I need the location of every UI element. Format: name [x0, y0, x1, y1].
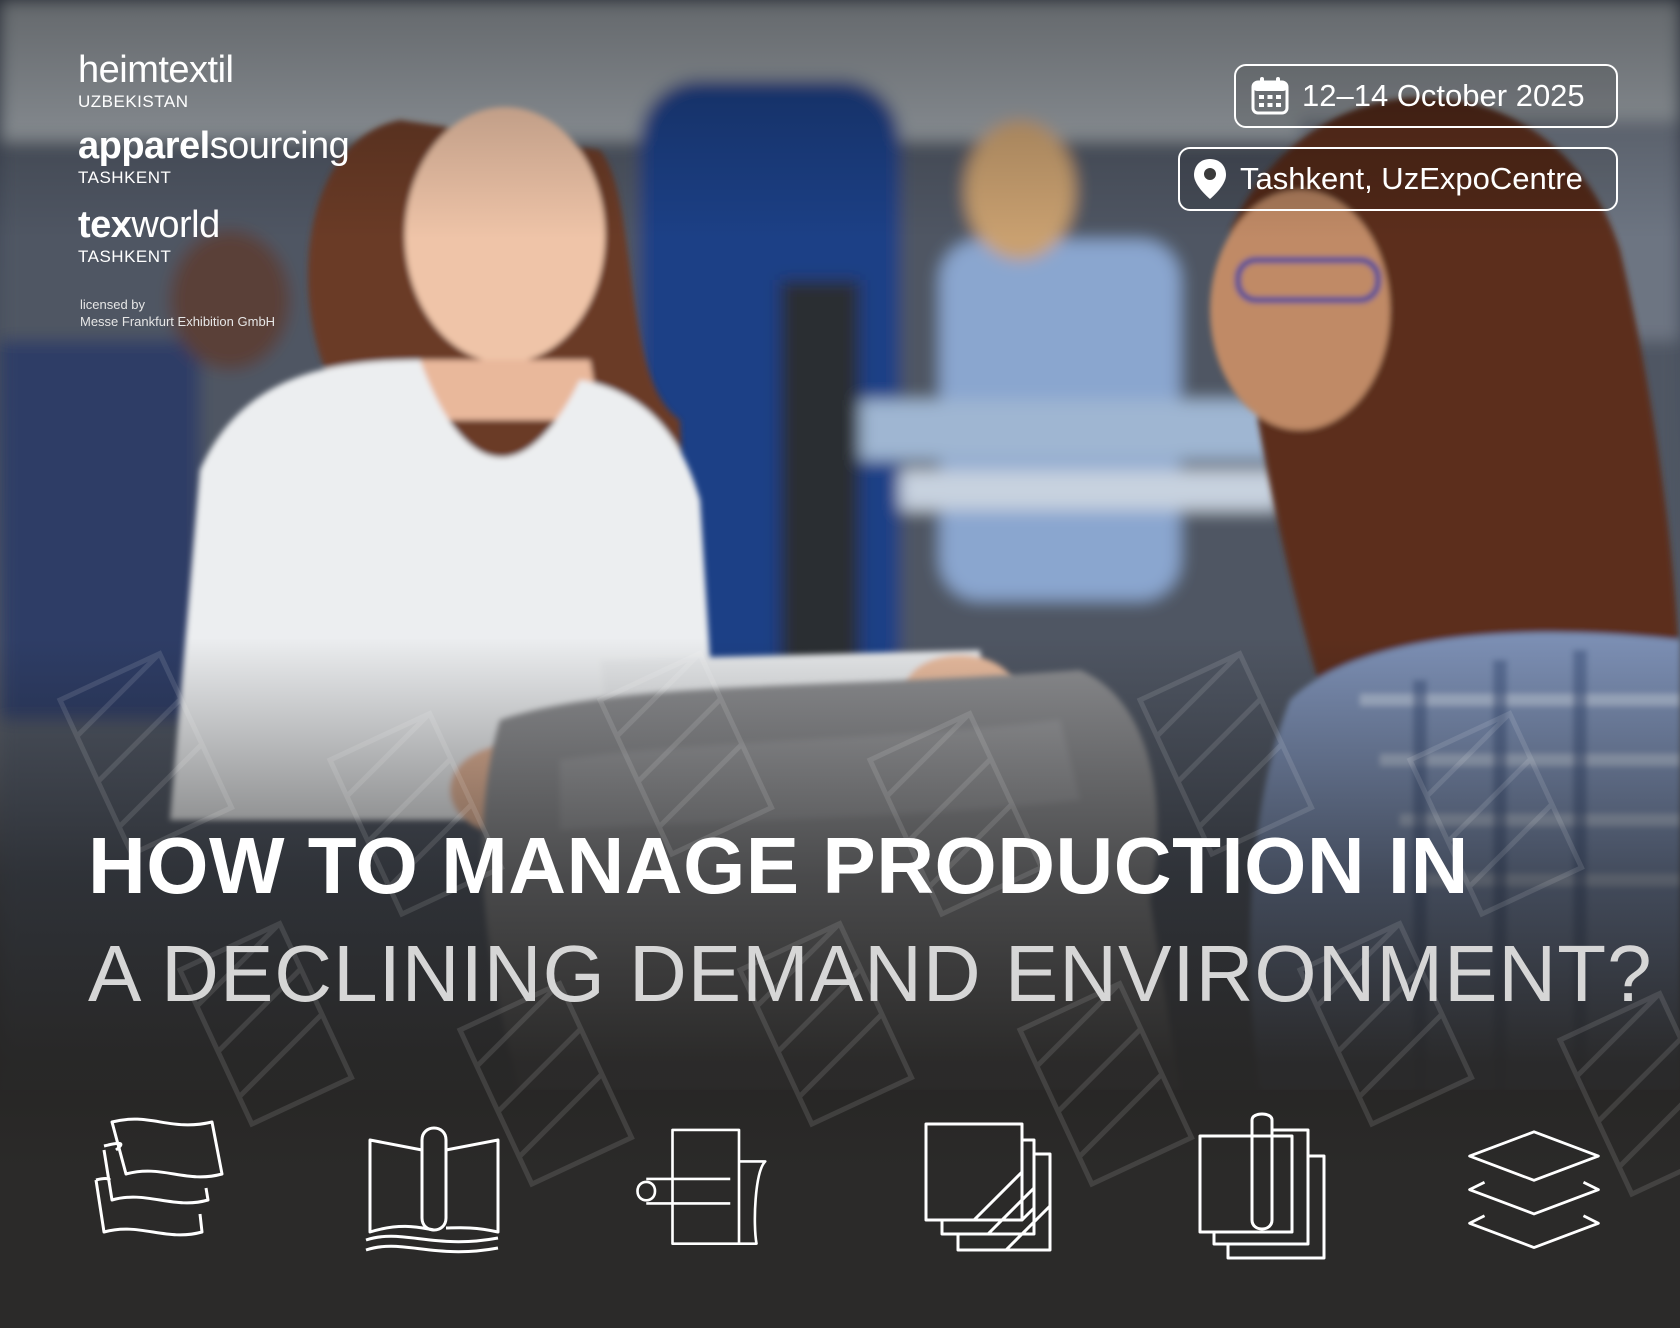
brand-name-bold: apparel [78, 125, 210, 167]
license-line-2: Messe Frankfurt Exhibition GmbH [80, 314, 276, 329]
event-location-badge: Tashkent, UzExpoCentre [1178, 147, 1618, 211]
apparelsourcing-logo: apparelsourcing TASHKENT [78, 125, 350, 188]
headline-line-1: HOW TO MANAGE PRODUCTION IN [88, 821, 1469, 910]
brand-name-light: heimtextil [78, 49, 234, 91]
heimtextil-logo: heimtextil UZBEKISTAN [78, 50, 234, 112]
license-line-1: licensed by [80, 297, 146, 312]
layers-icon [1468, 1130, 1600, 1249]
brand-name: heimtextil [78, 50, 234, 90]
brand-name: apparelsourcing [78, 125, 350, 167]
fabric-swatches-icon [94, 1117, 224, 1237]
fabric-sample-icon [1198, 1112, 1326, 1260]
brand-name: texworld [78, 205, 220, 245]
calendar-icon [1251, 77, 1289, 115]
brand-subtitle: TASHKENT [78, 247, 172, 266]
headline-line-2: A DECLINING DEMAND ENVIRONMENT? [88, 929, 1653, 1018]
fabric-roll-icon [365, 1126, 500, 1254]
license-note: licensed by Messe Frankfurt Exhibition G… [80, 296, 275, 330]
brand-name-light: sourcing [209, 125, 350, 167]
brand-subtitle: TASHKENT [78, 168, 172, 187]
event-location: Tashkent, UzExpoCentre [1240, 161, 1583, 196]
texworld-logo: texworld TASHKENT [78, 205, 220, 267]
brand-name-bold: tex [78, 204, 132, 246]
brand-name-light: world [131, 204, 220, 246]
map-pin-icon [1194, 159, 1226, 199]
fabric-unroll-icon [636, 1128, 767, 1245]
poster: heimtextil UZBEKISTAN apparelsourcing TA… [0, 0, 1680, 1328]
event-date: 12–14 October 2025 [1302, 78, 1585, 113]
event-date-badge: 12–14 October 2025 [1234, 64, 1618, 128]
fabric-squares-icon [924, 1122, 1052, 1252]
brand-subtitle: UZBEKISTAN [78, 92, 189, 111]
